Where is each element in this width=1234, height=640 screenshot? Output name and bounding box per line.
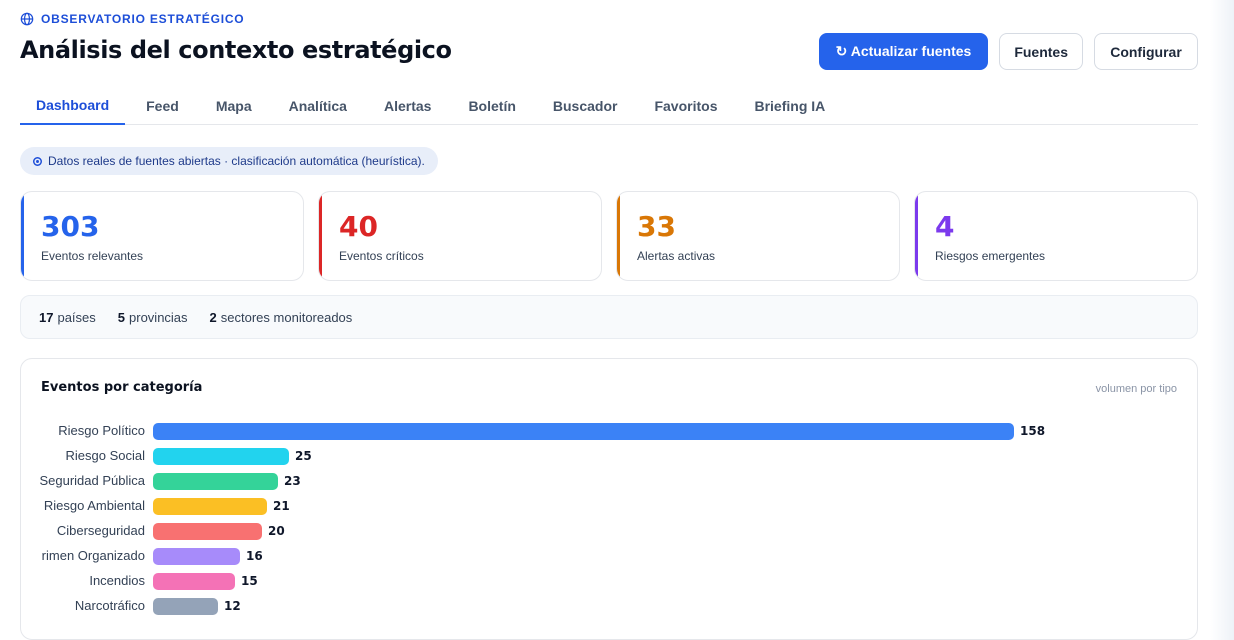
chart-bar (153, 498, 267, 515)
stat-card-critical[interactable]: 40 Eventos críticos (318, 191, 602, 281)
stat-cards: 303 Eventos relevantes 40 Eventos crític… (20, 191, 1198, 281)
category-label: Riesgo Social (65, 448, 146, 463)
stat-label: Eventos relevantes (41, 249, 144, 263)
chart-row: Riesgo Social 25 (21, 446, 1197, 466)
chart-bar (153, 573, 235, 590)
tab-alertas[interactable]: Alertas (368, 86, 447, 125)
chart-bar (153, 523, 262, 540)
chart-bar (153, 423, 1014, 440)
category-label: Riesgo Ambiental (43, 498, 145, 513)
card-accent-bar (915, 192, 918, 280)
card-accent-bar (617, 192, 620, 280)
tab-mapa[interactable]: Mapa (200, 86, 268, 125)
stat-value: 303 (41, 210, 100, 243)
category-label: Riesgo Político (58, 423, 145, 438)
chart-row: Riesgo Político 158 (21, 421, 1197, 441)
tab-feed[interactable]: Feed (130, 86, 195, 125)
configure-button[interactable]: Configurar (1094, 33, 1198, 70)
stat-card-relevant[interactable]: 303 Eventos relevantes (20, 191, 304, 281)
notice-text: Datos reales de fuentes abiertas · clasi… (48, 154, 425, 168)
bar-value-label: 21 (273, 499, 290, 513)
eyebrow-label: OBSERVATORIO ESTRATÉGICO (41, 12, 245, 26)
tab-buscador[interactable]: Buscador (537, 86, 634, 125)
data-source-notice: Datos reales de fuentes abiertas · clasi… (20, 147, 438, 175)
info-dot-icon (33, 156, 42, 166)
category-label: Ciberseguridad (56, 523, 145, 538)
tab-briefing-ia[interactable]: Briefing IA (738, 86, 841, 125)
chart-row: Riesgo Ambiental 21 (21, 496, 1197, 516)
sectors-label: sectores monitoreados (220, 309, 353, 325)
bar-value-label: 20 (268, 524, 285, 538)
stat-label: Eventos críticos (339, 249, 424, 263)
card-accent-bar (21, 192, 24, 280)
bar-value-label: 16 (246, 549, 263, 563)
events-by-category-panel: Eventos por categoría volumen por tipo R… (20, 358, 1198, 640)
panel-title: Eventos por categoría (41, 380, 203, 395)
chart-bar (153, 598, 218, 615)
tab-analitica[interactable]: Analítica (273, 86, 363, 125)
stat-value: 40 (339, 210, 378, 243)
category-label: Incendios (89, 573, 145, 588)
header-actions: ↻ Actualizar fuentes Fuentes Configurar (818, 33, 1198, 70)
chart-row: Ciberseguridad 20 (21, 521, 1197, 541)
sources-button[interactable]: Fuentes (999, 33, 1083, 70)
chart-row: Narcotráfico 12 (21, 596, 1197, 616)
stat-card-alerts[interactable]: 33 Alertas activas (616, 191, 900, 281)
countries-value: 17 (39, 309, 54, 325)
stat-card-emerging[interactable]: 4 Riesgos emergentes (914, 191, 1198, 281)
page-title: Análisis del contexto estratégico (20, 36, 452, 64)
stat-value: 4 (935, 210, 955, 243)
category-bar-chart: Riesgo Político 158 Riesgo Social 25 Segurid… (21, 415, 1197, 615)
bar-value-label: 25 (295, 449, 312, 463)
bar-value-label: 15 (241, 574, 258, 588)
chart-row: Seguridad Pública 23 (21, 471, 1197, 491)
refresh-sources-button[interactable]: ↻ Actualizar fuentes (818, 33, 989, 70)
countries-label: países (57, 309, 96, 325)
tab-boletin[interactable]: Boletín (452, 86, 531, 125)
sectors-count: 2 sectores monitoreados (210, 310, 353, 325)
category-label: Narcotráfico (74, 598, 145, 613)
chart-bar (153, 473, 278, 490)
provinces-value: 5 (117, 309, 126, 325)
stat-value: 33 (637, 210, 676, 243)
main-tabs: Dashboard Feed Mapa Analítica Alertas Bo… (20, 86, 1198, 125)
coverage-summary: 17 países 5 provincias 2 sectores monitorea… (20, 295, 1198, 339)
globe-icon (20, 12, 34, 26)
app-eyebrow: OBSERVATORIO ESTRATÉGICO (20, 12, 244, 26)
sectors-value: 2 (209, 309, 217, 325)
chart-bar (153, 548, 240, 565)
chart-bar (153, 448, 289, 465)
tab-favoritos[interactable]: Favoritos (638, 86, 733, 125)
stat-label: Riesgos emergentes (935, 249, 1046, 263)
stat-label: Alertas activas (637, 249, 716, 263)
panel-subtitle: volumen por tipo (1095, 383, 1177, 395)
chart-row: Incendios 15 (21, 571, 1197, 591)
provinces-count: 5 provincias (118, 310, 188, 325)
provinces-label: provincias (129, 309, 188, 325)
card-accent-bar (319, 192, 322, 280)
bar-value-label: 12 (224, 599, 241, 613)
tab-dashboard[interactable]: Dashboard (20, 86, 126, 125)
bar-value-label: 23 (284, 474, 301, 488)
page-edge-shadow (1210, 0, 1234, 640)
category-label: rimen Organizado (41, 548, 145, 563)
category-label: Seguridad Pública (39, 473, 145, 488)
bar-value-label: 158 (1020, 424, 1046, 438)
countries-count: 17 países (39, 310, 96, 325)
dashboard-page: OBSERVATORIO ESTRATÉGICO Análisis del co… (20, 0, 1198, 640)
chart-row: rimen Organizado 16 (21, 546, 1197, 566)
